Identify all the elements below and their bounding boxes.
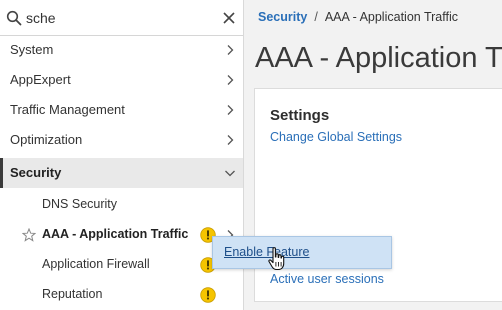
close-icon[interactable] xyxy=(222,11,236,25)
search-input[interactable] xyxy=(26,6,216,30)
chevron-right-icon xyxy=(227,135,234,145)
sidebar-subitem-aaa-application-traffic[interactable]: AAA - Application Traffic xyxy=(0,220,243,250)
chevron-down-icon xyxy=(225,170,235,177)
change-global-settings-link[interactable]: Change Global Settings xyxy=(270,130,402,144)
chevron-right-icon xyxy=(227,75,234,85)
breadcrumb-separator: / xyxy=(314,10,318,24)
search-bar xyxy=(0,0,243,36)
sidebar-item-label: Optimization xyxy=(10,132,83,147)
sidebar-subitem-application-firewall[interactable]: Application Firewall xyxy=(0,250,243,280)
settings-card: Settings Change Global Settings tions Ac… xyxy=(254,88,502,302)
sidebar-item-system[interactable]: System xyxy=(0,35,243,65)
chevron-right-icon xyxy=(227,105,234,115)
search-icon xyxy=(6,10,22,26)
context-popup: Enable Feature xyxy=(212,236,392,269)
breadcrumb-link-security[interactable]: Security xyxy=(258,10,307,24)
sidebar-item-label: Security xyxy=(10,165,62,180)
page-title: AAA - Application Traffic xyxy=(255,42,502,74)
sidebar-item-appexpert[interactable]: AppExpert xyxy=(0,65,243,95)
sidebar-subitem-label: Reputation xyxy=(42,287,103,301)
active-indicator xyxy=(0,158,3,188)
breadcrumb-current: AAA - Application Traffic xyxy=(324,10,459,24)
sidebar-item-traffic-management[interactable]: Traffic Management xyxy=(0,95,243,125)
sidebar: System AppExpert Traffic Management Opti… xyxy=(0,0,244,310)
enable-feature-menu-item[interactable]: Enable Feature xyxy=(224,245,309,259)
sidebar-subitem-dns-security[interactable]: DNS Security xyxy=(0,190,243,220)
settings-heading: Settings xyxy=(270,107,330,124)
sidebar-item-security[interactable]: Security xyxy=(0,158,243,188)
sidebar-subitem-label: AAA - Application Traffic xyxy=(42,227,189,241)
chevron-right-icon xyxy=(227,45,234,55)
sidebar-item-label: Traffic Management xyxy=(10,102,125,117)
sidebar-item-label: System xyxy=(10,42,54,57)
sidebar-item-optimization[interactable]: Optimization xyxy=(0,125,243,155)
sidebar-subitem-label: Application Firewall xyxy=(42,257,150,271)
star-outline-icon[interactable] xyxy=(22,228,36,242)
breadcrumb: Security / AAA - Application Traffic xyxy=(258,10,458,24)
sidebar-subitem-label: DNS Security xyxy=(42,197,118,211)
active-user-sessions-link[interactable]: Active user sessions xyxy=(270,272,384,286)
sidebar-subitem-reputation[interactable]: Reputation xyxy=(0,280,243,310)
sidebar-item-label: AppExpert xyxy=(10,72,71,87)
warning-icon[interactable] xyxy=(200,287,216,303)
